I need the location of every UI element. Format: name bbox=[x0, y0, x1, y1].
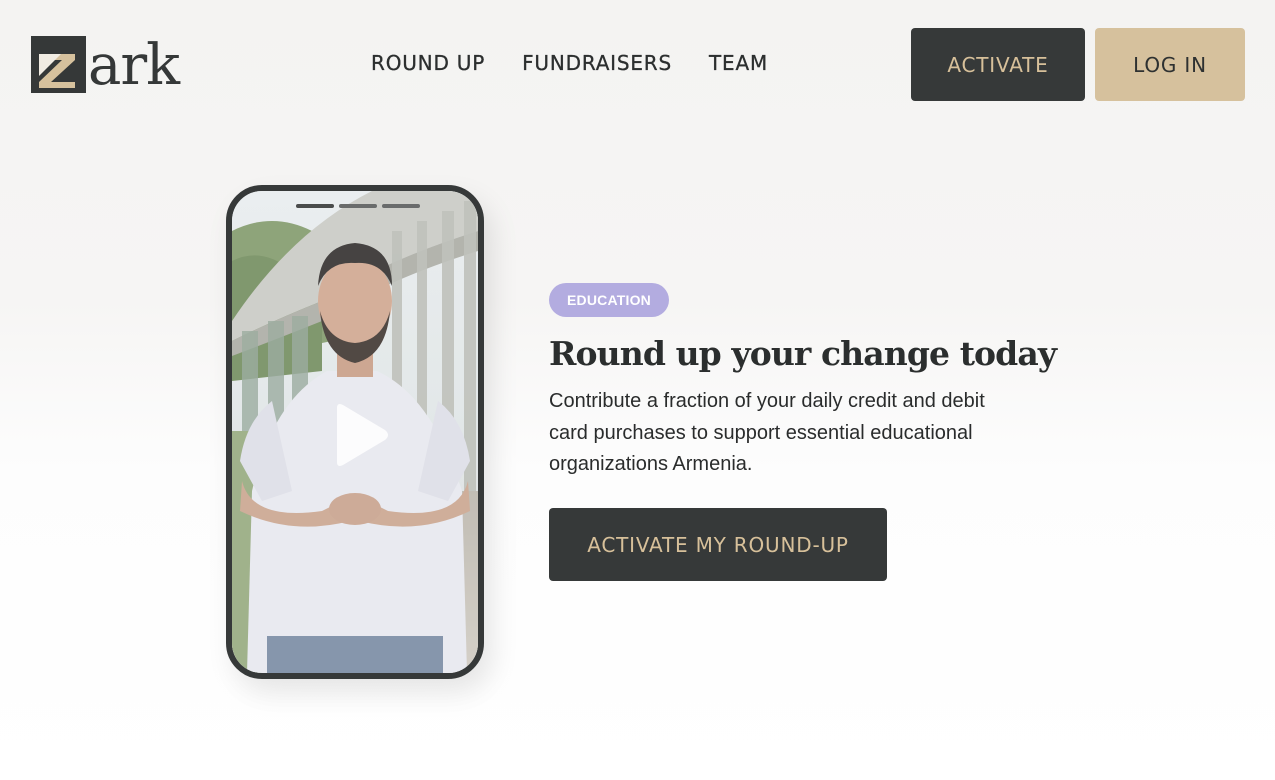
story-progress-bars bbox=[296, 204, 420, 208]
activate-button[interactable]: ACTIVATE bbox=[911, 28, 1085, 101]
logo[interactable]: ark bbox=[31, 33, 180, 98]
login-button[interactable]: LOG IN bbox=[1095, 28, 1245, 101]
activate-round-up-button[interactable]: ACTIVATE MY ROUND-UP bbox=[549, 508, 887, 581]
category-badge: EDUCATION bbox=[549, 283, 669, 317]
story-segment bbox=[339, 204, 377, 208]
video-phone-frame[interactable] bbox=[226, 185, 484, 679]
logo-mark bbox=[31, 36, 86, 93]
main-nav: ROUND UP FUNDRAISERS TEAM bbox=[371, 50, 768, 76]
story-segment bbox=[382, 204, 420, 208]
nav-round-up[interactable]: ROUND UP bbox=[371, 50, 485, 76]
logo-wordmark: ark bbox=[88, 33, 180, 98]
story-segment bbox=[296, 204, 334, 208]
play-icon[interactable] bbox=[329, 402, 391, 468]
nav-fundraisers[interactable]: FUNDRAISERS bbox=[522, 50, 672, 76]
hero-title: Round up your change today bbox=[549, 334, 1057, 373]
hero-description: Contribute a fraction of your daily cred… bbox=[549, 390, 985, 475]
nav-team[interactable]: TEAM bbox=[709, 50, 768, 76]
